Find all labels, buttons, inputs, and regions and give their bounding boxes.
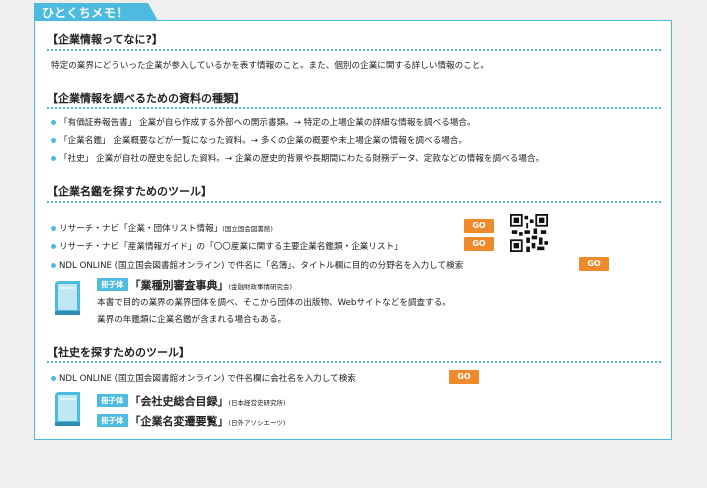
tool-item-company-list[interactable]: リサーチ・ナビ「企業・団体リスト情報」(国立国会図書館) [51, 222, 273, 234]
section-body-what: 特定の業界にどういった企業が参入しているかを表す情報のこと。また、個別の企業に関… [51, 61, 490, 71]
divider [47, 49, 661, 51]
book-icon [55, 392, 80, 426]
book-entry-company-history-catalog: 冊子体 「会社史総合目録」(日本経営史研究所) [97, 393, 286, 409]
book-publisher: (日本経営史研究所) [228, 399, 286, 407]
book-publisher: (日外アソシエーツ) [228, 419, 286, 427]
go-button-industry-guide[interactable]: GO [464, 237, 494, 251]
book-description: 本書で目的の業界の業界団体を調べ、そこから団体の出版物、Webサイトなどを調査す… [97, 298, 451, 308]
book-badge: 冊子体 [97, 394, 128, 407]
tool-item-ndl-online-directory[interactable]: NDL ONLINE (国立国会図書館オンライン) で件名に「名簿」、タイトル欄… [50, 259, 463, 271]
section-heading-directory-tools: 【企業名鑑を探すためのツール】 [47, 185, 212, 198]
book-description: 業界の年鑑類に企業名鑑が含まれる場合もある。 [97, 315, 287, 325]
tool-item-text: リサーチ・ナビ「企業・団体リスト情報」 [59, 224, 223, 234]
list-item: 「企業名鑑」 企業概要などが一覧になった資料。→ 多くの企業の概要や未上場企業の… [51, 136, 467, 146]
tool-item-ndl-online-history[interactable]: NDL ONLINE (国立国会図書館オンライン) で件名欄に会社名を入力して検… [51, 372, 356, 384]
go-button-ndl-online-directory[interactable]: GO [579, 257, 609, 271]
divider [47, 107, 661, 109]
section-heading-types: 【企業情報を調べるための資料の種類】 [47, 92, 245, 105]
tool-item-source: (国立国会図書館) [222, 225, 273, 233]
memo-tab: ひとくちメモ！ [34, 3, 158, 21]
memo-tab-label: ひとくちメモ！ [42, 6, 129, 20]
book-badge: 冊子体 [97, 414, 128, 427]
section-heading-what: 【企業情報ってなに?】 [47, 33, 163, 46]
list-item: 「有価証券報告書」 企業が自ら作成する外部への開示書類。→ 特定の上場企業の詳細… [51, 118, 476, 128]
book-publisher: (金融財政事情研究会) [228, 283, 293, 291]
section-heading-history-tools: 【社史を探すためのツール】 [47, 346, 190, 359]
book-title: 「会社史総合目録」 [129, 395, 229, 408]
book-title: 「業種別審査事典」 [129, 279, 229, 292]
go-button-ndl-online-history[interactable]: GO [449, 370, 479, 384]
book-title: 「企業名変遷要覧」 [129, 415, 229, 428]
book-badge: 冊子体 [97, 278, 128, 291]
book-icon [55, 281, 80, 315]
memo-box: 【企業情報ってなに?】 特定の業界にどういった企業が参入しているかを表す情報のこ… [34, 20, 672, 440]
book-entry-industry-dictionary: 冊子体 「業種別審査事典」(金融財政事情研究会) [97, 277, 292, 293]
tool-item-industry-guide[interactable]: リサーチ・ナビ「産業情報ガイド」の「〇〇産業に関する主要企業名鑑類・企業リスト」 [51, 240, 403, 252]
divider [47, 201, 661, 203]
divider [47, 361, 661, 363]
list-item: 「社史」 企業が自社の歴史を記した資料。→ 企業の歴史的背景や長期間にわたる財務… [50, 154, 545, 164]
go-button-company-list[interactable]: GO [464, 219, 494, 233]
qr-code-icon[interactable] [510, 214, 548, 252]
book-entry-company-name-changes: 冊子体 「企業名変遷要覧」(日外アソシエーツ) [97, 413, 285, 429]
